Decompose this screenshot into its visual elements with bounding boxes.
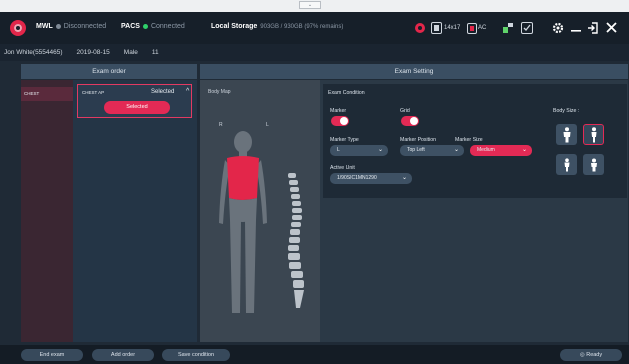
logout-icon[interactable]: [587, 22, 598, 34]
patient-date: 2019-08-15: [76, 49, 110, 56]
check-icon[interactable]: [521, 22, 533, 34]
body-map-title: Body Map: [208, 89, 231, 95]
chevron-down-icon: ⌄: [521, 147, 527, 153]
chevron-down-icon: ⌄: [401, 175, 407, 181]
small-person-icon: [564, 157, 569, 171]
exam-condition-panel: Exam Condition Marker Grid Marker Type L…: [323, 84, 627, 198]
selected-button[interactable]: Selected: [104, 101, 170, 114]
patient-name-id: Jon White(5554465): [4, 49, 63, 56]
grid-toggle[interactable]: [401, 116, 419, 126]
body-size-medium-button[interactable]: [583, 124, 604, 145]
ready-button[interactable]: ◎ Ready: [560, 349, 622, 361]
marker-position-value: Top Left: [407, 147, 425, 153]
exam-condition-title: Exam Condition: [328, 90, 365, 96]
exam-setting-header: Exam Setting: [200, 64, 628, 79]
chevron-down-icon: ⌄: [377, 147, 383, 153]
active-unit-value: 1/90SIC1MN1290: [337, 175, 377, 181]
mwl-status: MWL Disconnected: [36, 23, 106, 30]
minimize-icon[interactable]: [571, 26, 581, 32]
large-person-icon: [563, 126, 570, 142]
marker-position-label: Marker Position: [400, 137, 437, 143]
chevron-up-icon[interactable]: ^: [186, 88, 189, 95]
mwl-status-text: Disconnected: [63, 23, 107, 30]
end-exam-button[interactable]: End exam: [21, 349, 83, 361]
storage-value: 903GB / 930GB (97% remains): [260, 23, 344, 30]
marker-size-value: Medium: [477, 147, 495, 153]
marker-size-select[interactable]: Medium ⌄: [470, 145, 532, 156]
pacs-status-text: Connected: [150, 23, 185, 30]
body-size-small-button[interactable]: [556, 154, 577, 175]
category-list: CHEST: [21, 80, 73, 342]
category-item-chest[interactable]: CHEST: [21, 87, 73, 101]
storage-label: Local Storage: [211, 23, 258, 30]
marker-size-label: Marker Size: [455, 137, 483, 143]
marker-type-label: Marker Type: [330, 137, 359, 143]
battery-icon: [467, 22, 477, 34]
exam-order-name: CHEST AP: [82, 90, 105, 95]
marker-type-select[interactable]: L ⌄: [330, 145, 388, 156]
chevron-down-icon: ⌄: [453, 147, 459, 153]
patient-sex: Male: [123, 49, 138, 56]
mwl-status-dot: [55, 24, 61, 29]
network-icon: [502, 22, 514, 34]
body-map-panel: Body Map R L: [200, 80, 320, 342]
pacs-label: PACS: [121, 23, 140, 30]
add-order-button[interactable]: Add order: [92, 349, 154, 361]
ready-icon: ◎: [579, 352, 585, 358]
active-unit-label: Active Unit: [330, 165, 355, 171]
settings-gear-icon[interactable]: [552, 22, 564, 34]
storage-status: Local Storage 903GB / 930GB (97% remains…: [211, 23, 343, 30]
marker-toggle[interactable]: [331, 116, 349, 126]
alert-icon[interactable]: [414, 22, 426, 34]
mwl-label: MWL: [36, 23, 53, 30]
exam-order-status: Selected: [151, 89, 175, 95]
footer-bar: End exam Add order Save condition ◎ Read…: [0, 345, 629, 364]
body-size-label: Body Size :: [553, 108, 580, 114]
marker-type-value: L: [337, 147, 340, 153]
body-size-large-button[interactable]: [556, 124, 577, 145]
patient-age: 11: [151, 49, 159, 56]
exam-order-card[interactable]: CHEST AP Selected ^ Selected: [77, 84, 192, 118]
pacs-status-dot: [142, 24, 148, 29]
detector-size: 14x17: [444, 25, 461, 31]
ready-label: Ready: [586, 352, 603, 358]
grid-label: Grid: [400, 108, 410, 114]
active-unit-select[interactable]: 1/90SIC1MN1290 ⌄: [330, 173, 412, 184]
marker-label: Marker: [330, 108, 347, 114]
exam-order-header: Exam order: [21, 64, 197, 79]
medium-person-icon: [591, 126, 596, 142]
marker-position-select[interactable]: Top Left ⌄: [400, 145, 464, 156]
child-person-icon: [590, 158, 597, 171]
app-logo: [10, 20, 26, 36]
power-source: AC: [478, 25, 487, 31]
exam-order-list: CHEST AP Selected ^ Selected: [73, 80, 197, 342]
pacs-status: PACS Connected: [121, 23, 185, 30]
window-handle[interactable]: ⌄: [299, 1, 321, 9]
app-header: MWL Disconnected PACS Connected Local St…: [0, 12, 629, 44]
detector-icon[interactable]: [431, 22, 442, 34]
patient-info-bar: Jon White(5554465) 2019-08-15 Male 11: [0, 44, 629, 61]
body-figure-icon[interactable]: [210, 128, 310, 328]
window-top-strip: ⌄: [0, 0, 629, 12]
save-condition-button[interactable]: Save condition: [162, 349, 230, 361]
body-size-child-button[interactable]: [583, 154, 604, 175]
close-icon[interactable]: [606, 22, 617, 33]
